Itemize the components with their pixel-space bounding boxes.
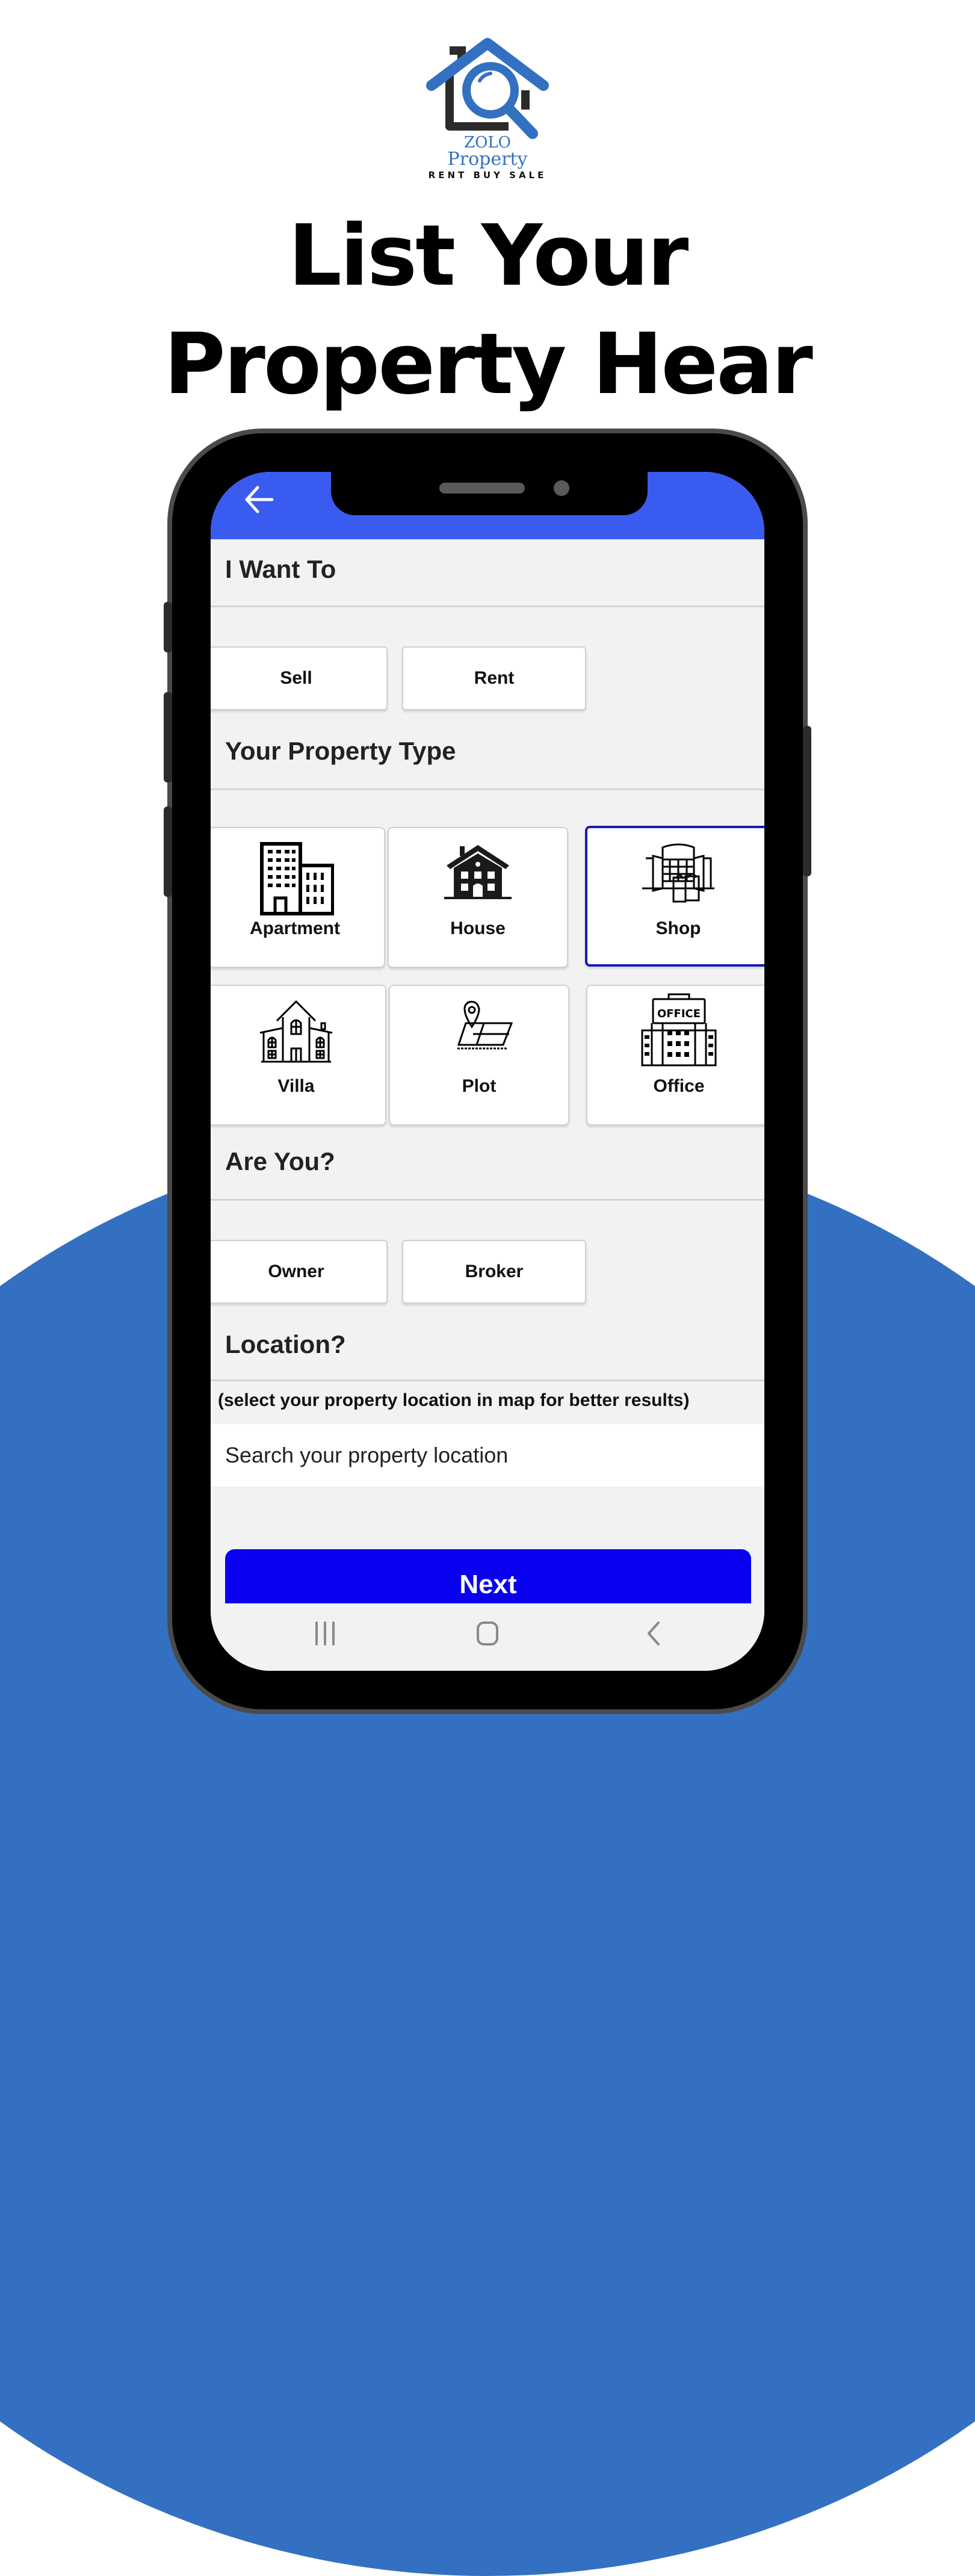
recents-icon[interactable] — [313, 1620, 337, 1647]
divider — [211, 1379, 764, 1381]
owner-button[interactable]: Owner — [211, 1240, 388, 1304]
property-type-label: House — [450, 918, 506, 938]
phone-notch — [331, 472, 648, 515]
shop-icon — [642, 843, 714, 903]
location-search-input[interactable] — [211, 1424, 764, 1487]
house-search-logo-icon — [426, 38, 549, 139]
divider — [211, 1199, 764, 1201]
apartment-icon — [260, 842, 334, 915]
brand-tagline: RENT BUY SALE — [428, 170, 547, 181]
home-icon[interactable] — [475, 1620, 500, 1647]
phone-mockup: I Want To Sell Rent Your Property Type A… — [164, 433, 811, 1709]
property-type-plot[interactable]: Plot — [389, 985, 569, 1125]
arrow-left-icon[interactable] — [241, 481, 277, 518]
broker-button[interactable]: Broker — [402, 1240, 586, 1304]
property-type-apartment[interactable]: Apartment — [211, 827, 385, 968]
brand-name-line2: Property — [447, 149, 528, 170]
villa-icon — [259, 1000, 333, 1063]
rent-button[interactable]: Rent — [402, 646, 586, 710]
divider — [211, 788, 764, 790]
phone-speaker — [439, 483, 525, 494]
sell-button[interactable]: Sell — [211, 646, 388, 710]
phone-power-button — [803, 726, 811, 876]
back-icon[interactable] — [642, 1620, 666, 1647]
phone-camera — [554, 480, 569, 496]
section-title-role: Are You? — [225, 1147, 335, 1175]
property-type-label: Villa — [277, 1076, 315, 1096]
property-type-label: Office — [653, 1076, 705, 1096]
property-type-label: Shop — [655, 918, 701, 938]
office-sign-text: OFFICE — [657, 1008, 701, 1020]
next-button[interactable]: Next — [225, 1549, 751, 1603]
system-nav-bar — [211, 1603, 764, 1671]
property-type-office[interactable]: OFFICE Office — [586, 985, 764, 1125]
plot-icon — [457, 1000, 513, 1050]
office-icon: OFFICE — [641, 993, 717, 1067]
property-type-label: Apartment — [249, 918, 340, 938]
app-screen: I Want To Sell Rent Your Property Type A… — [211, 472, 764, 1671]
location-hint: (select your property location in map fo… — [218, 1390, 690, 1410]
section-title-intent: I Want To — [225, 555, 336, 583]
property-type-shop[interactable]: Shop — [585, 826, 764, 967]
phone-side-button — [164, 602, 172, 652]
property-type-villa[interactable]: Villa — [211, 985, 386, 1125]
phone-volume-down-button — [164, 807, 172, 897]
phone-volume-up-button — [164, 692, 172, 782]
house-icon — [444, 845, 512, 899]
section-title-location: Location? — [225, 1330, 346, 1358]
divider — [211, 605, 764, 607]
headline-line2: Property Hear — [164, 315, 813, 413]
brand-logo: ZOLO Property RENT BUY SALE — [421, 37, 554, 181]
property-type-house[interactable]: House — [388, 827, 568, 968]
section-title-property-type: Your Property Type — [225, 737, 456, 765]
property-type-label: Plot — [462, 1076, 497, 1096]
headline-line1: List Your — [288, 207, 689, 305]
